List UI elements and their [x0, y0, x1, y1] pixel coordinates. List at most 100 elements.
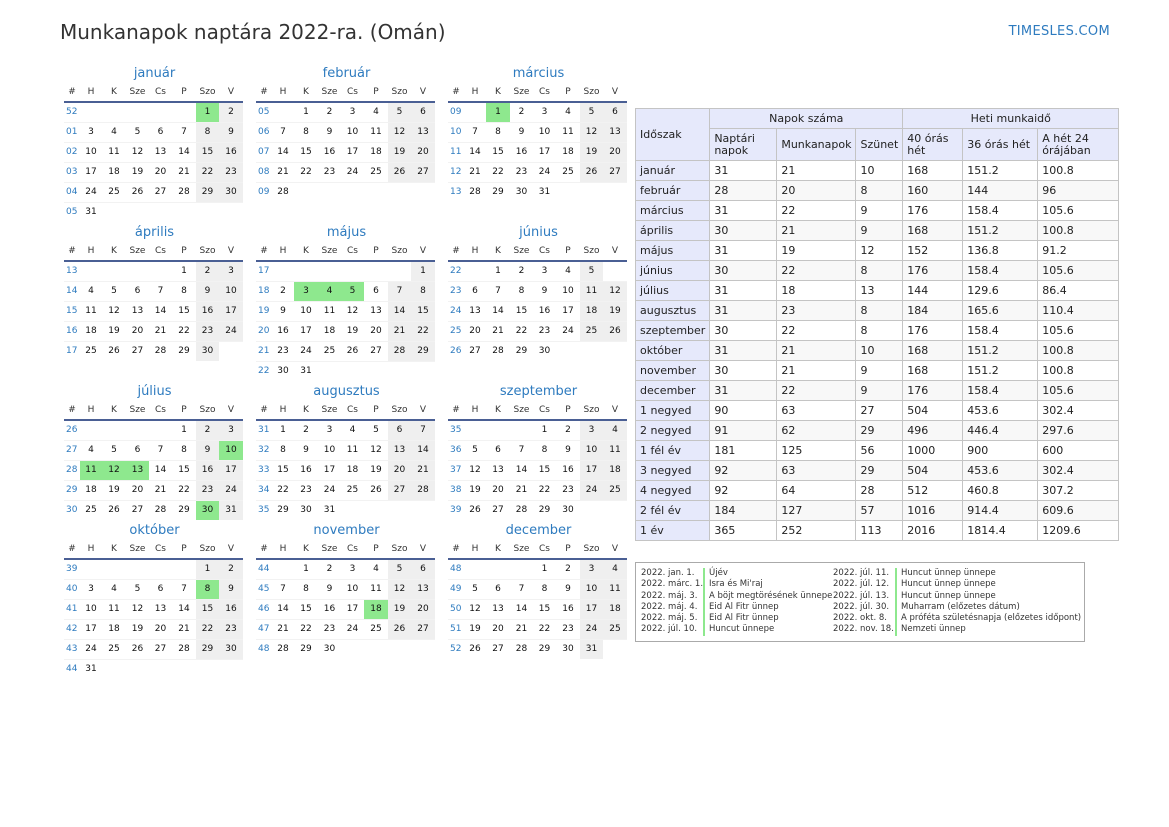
holiday-date: 2022. nov. 18.	[833, 624, 894, 635]
day-cell: 12	[388, 122, 411, 142]
weekday-header: H	[272, 84, 294, 103]
day-cell: 9	[272, 301, 294, 321]
brand-link[interactable]: TIMESLES.COM	[1009, 24, 1110, 39]
weekday-header: #	[448, 541, 464, 560]
stats-row: 3 negyed 92 63 29 504 453.6 302.4	[634, 460, 1120, 481]
stat-value: 29	[855, 460, 904, 481]
day-cell: 19	[364, 460, 388, 480]
day-cell: 11	[364, 122, 388, 142]
day-cell: 10	[341, 579, 364, 599]
weekday-header: K	[486, 243, 510, 262]
day-cell: 14	[411, 440, 435, 460]
week-number: 33	[256, 460, 272, 480]
weekday-header: Cs	[341, 84, 364, 103]
day-cell: 18	[341, 460, 364, 480]
day-cell: 13	[364, 301, 388, 321]
stat-value: 21	[776, 340, 857, 361]
day-cell: 27	[486, 500, 510, 520]
week-number: 11	[448, 142, 464, 162]
day-cell: 30	[510, 182, 533, 202]
weekday-header: K	[294, 84, 318, 103]
day-cell	[486, 560, 510, 579]
day-cell: 28	[510, 639, 533, 659]
period-label: május	[634, 240, 711, 261]
day-cell: 13	[126, 301, 149, 321]
stat-value: 86.4	[1037, 280, 1120, 301]
day-cell	[388, 500, 411, 520]
day-cell	[149, 202, 172, 222]
day-cell: 18	[80, 321, 102, 341]
weekday-header: Szo	[196, 84, 219, 103]
day-cell	[80, 103, 102, 122]
stat-value: 600	[1037, 440, 1120, 461]
period-label: 1 negyed	[634, 400, 711, 421]
day-cell: 7	[172, 122, 196, 142]
day-cell: 5	[388, 103, 411, 122]
day-cell: 30	[219, 182, 243, 202]
day-cell: 4	[565, 266, 571, 276]
stat-value: 105.6	[1037, 320, 1120, 341]
day-cell: 27	[126, 341, 149, 361]
day-cell: 17	[80, 162, 102, 182]
day-cell: 21	[486, 321, 510, 341]
day-cell: 12	[603, 281, 627, 301]
day-cell	[102, 560, 126, 579]
day-cell	[556, 182, 580, 202]
day-cell: 19	[102, 480, 126, 500]
day-cell	[603, 182, 627, 202]
day-cell: 24	[580, 619, 603, 639]
month-name: március	[512, 66, 565, 81]
day-cell: 7	[388, 281, 411, 301]
day-cell	[126, 421, 149, 440]
day-cell: 21	[510, 619, 533, 639]
weekday-header: P	[364, 402, 388, 421]
day-cell: 10	[80, 599, 102, 619]
week-number: 14	[64, 281, 80, 301]
day-cell	[341, 361, 364, 381]
day-cell: 18	[364, 599, 388, 619]
day-cell: 27	[364, 341, 388, 361]
day-cell: 29	[294, 639, 318, 659]
day-cell: 11	[364, 579, 388, 599]
day-cell: 28	[272, 639, 294, 659]
day-cell: 21	[172, 162, 196, 182]
week-number: 48	[256, 639, 272, 659]
month-grid: # H K Sze Cs P Szo V 22 1 2 3 4 5 23 6 7 8 9 10 11 12 24 13 14 15…	[448, 243, 629, 361]
stat-value: 105.6	[1037, 380, 1120, 401]
day-cell: 8	[533, 440, 556, 460]
weekday-header: K	[102, 84, 126, 103]
day-cell: 4	[373, 564, 379, 574]
weekday-header: Szo	[196, 402, 219, 421]
day-cell: 23	[510, 162, 533, 182]
day-cell: 21	[272, 162, 294, 182]
month-block: december # H K Sze Cs P Szo V 48 1 2 3 4 49 5 6 7 8 9 10 11 50…	[448, 521, 629, 659]
day-cell: 30	[196, 500, 219, 520]
stat-value: 151.2	[962, 220, 1039, 241]
weekday-header: #	[64, 243, 80, 262]
day-cell: 3	[349, 107, 356, 117]
weekday-header: Szo	[388, 541, 411, 560]
month-block: augusztus # H K Sze Cs P Szo V 31 1 2 3 4 5 6 7 32 8 9 10 11 1…	[256, 382, 437, 520]
day-cell: 18	[603, 460, 627, 480]
stat-value: 8	[855, 260, 904, 281]
day-cell: 6	[149, 122, 172, 142]
col-24h-week: A hét 24 órájában	[1037, 128, 1120, 161]
stat-value: 100.8	[1037, 220, 1120, 241]
day-cell: 31	[219, 500, 243, 520]
day-cell	[172, 202, 196, 222]
weekday-header: #	[256, 84, 272, 103]
stats-row: június 30 22 8 176 158.4 105.6	[634, 260, 1120, 281]
day-cell: 20	[126, 321, 149, 341]
week-number: 12	[448, 162, 464, 182]
day-cell: 31	[80, 202, 102, 222]
stat-value: 176	[902, 200, 964, 221]
weekday-header: K	[102, 243, 126, 262]
stat-value: 31	[709, 380, 778, 401]
stat-value: 297.6	[1037, 420, 1120, 441]
week-number: 34	[256, 480, 272, 500]
day-cell: 6	[411, 560, 435, 579]
day-cell: 14	[172, 599, 196, 619]
week-number: 48	[450, 564, 462, 574]
week-number: 42	[64, 619, 80, 639]
day-cell: 12	[341, 301, 364, 321]
